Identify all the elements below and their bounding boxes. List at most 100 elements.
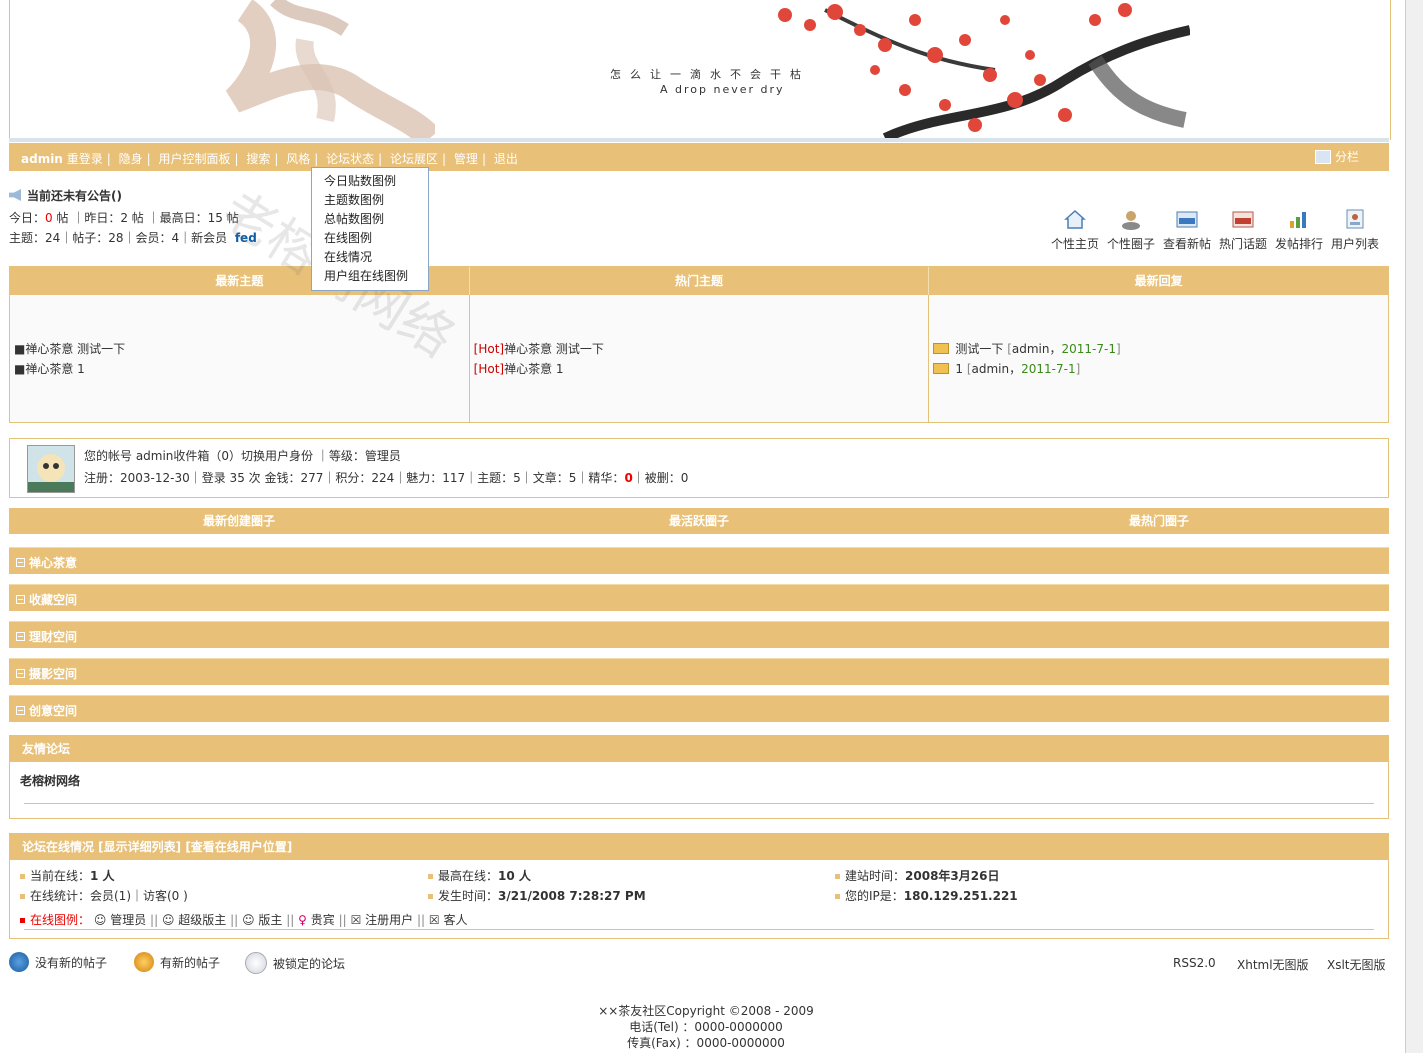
- collapse-icon[interactable]: −: [16, 595, 25, 604]
- category-bar[interactable]: − 创意空间: [9, 695, 1389, 722]
- latest-replies-list: 测试一下 [admin，2011-7-1] 1 [admin，2011-7-1]: [929, 295, 1388, 422]
- online-status-title[interactable]: 论坛在线情况 [显示详细列表] [查看在线用户位置]: [10, 834, 1388, 860]
- fax: 传真(Fax) ：0000-0000000: [627, 1036, 785, 1050]
- collapse-icon[interactable]: −: [16, 706, 25, 715]
- forum-icon-legend: 没有新的帖子 有新的帖子 被锁定的论坛 RSS2.0 Xhtml无图版 Xslt…: [9, 952, 1389, 978]
- founded-date: 建站时间：2008年3月26日: [835, 867, 999, 884]
- xslt-link[interactable]: Xslt无图版: [1327, 956, 1386, 973]
- newest-member[interactable]: fed: [235, 231, 257, 245]
- quick-user-list[interactable]: 用户列表: [1331, 208, 1379, 252]
- nav-forum-status[interactable]: 论坛状态: [326, 152, 374, 166]
- category-bar[interactable]: − 理财空间: [9, 621, 1389, 648]
- people-icon: [1122, 211, 1140, 230]
- reply-user: admin: [971, 362, 1010, 376]
- nav-invisible[interactable]: 隐身: [119, 152, 143, 166]
- account-line-2: 注册：2003-12-30｜登录 35 次 金钱：277｜积分：224｜魅力：1…: [84, 469, 688, 486]
- category-title[interactable]: 理财空间: [29, 628, 77, 645]
- max-stat: ｜最高日：15 帖: [147, 211, 239, 225]
- list-item[interactable]: ■禅心茶意 测试一下: [14, 339, 465, 359]
- legend-label: 在线图例：: [30, 913, 91, 927]
- quick-hot-topics-label: 热门话题: [1219, 237, 1268, 251]
- nav-admin[interactable]: 管理: [454, 152, 478, 166]
- collapse-icon[interactable]: −: [16, 558, 25, 567]
- no-new-posts-icon: [9, 952, 29, 972]
- friend-forums: 友情论坛 老榕树网络: [9, 735, 1389, 819]
- account-line-1: 您的帐号 admin收件箱（0）切换用户身份 ｜等级：管理员: [84, 449, 401, 463]
- peak-online: 最高在线：10 人: [428, 867, 531, 884]
- quick-hot-topics[interactable]: 热门话题: [1219, 208, 1267, 252]
- category-bar[interactable]: − 摄影空间: [9, 658, 1389, 685]
- quick-post-ranking[interactable]: 发帖排行: [1275, 208, 1323, 252]
- list-item[interactable]: [Hot]禅心茶意 测试一下: [474, 339, 925, 359]
- category-title[interactable]: 禅心茶意: [29, 554, 77, 571]
- rss-link[interactable]: RSS2.0: [1173, 956, 1216, 970]
- reply-date: 2011-7-1: [1061, 342, 1116, 356]
- collapse-icon[interactable]: −: [16, 669, 25, 678]
- list-item[interactable]: [Hot]禅心茶意 1: [474, 359, 925, 379]
- new-posts-icon: [134, 952, 154, 972]
- list-item[interactable]: ■禅心茶意 1: [14, 359, 465, 379]
- nav-relogin[interactable]: 重登录: [67, 152, 103, 166]
- nav-control-panel[interactable]: 用户控制面板: [158, 152, 230, 166]
- list-item[interactable]: 1 [admin，2011-7-1]: [933, 359, 1384, 379]
- dropdown-item-topics[interactable]: 主题数图例: [312, 191, 428, 210]
- stats-line-1: 今日：0 帖 ｜昨日：2 帖 ｜最高日：15 帖: [9, 209, 239, 226]
- legend-vip: 贵宾: [310, 913, 335, 927]
- account-essence: 0: [624, 471, 633, 485]
- mod-icon: ☺: [242, 913, 255, 927]
- reply-user: admin: [1011, 342, 1050, 356]
- current-online: 当前在线：1 人: [20, 867, 115, 884]
- category-title[interactable]: 收藏空间: [29, 591, 77, 608]
- occur-time: 发生时间：3/21/2008 7:28:27 PM: [428, 887, 646, 904]
- quick-new-posts[interactable]: 查看新帖: [1163, 208, 1211, 252]
- xhtml-link[interactable]: Xhtml无图版: [1237, 956, 1309, 973]
- split-label: 分栏: [1334, 150, 1359, 164]
- nav-logout[interactable]: 退出: [494, 152, 518, 166]
- dropdown-item-group-online[interactable]: 用户组在线图例: [312, 267, 428, 286]
- hot-tag: [Hot]: [473, 342, 505, 356]
- split-view-button[interactable]: 分栏: [1314, 148, 1359, 165]
- nav-style[interactable]: 风格: [286, 152, 310, 166]
- account-box: 您的帐号 admin收件箱（0）切换用户身份 ｜等级：管理员 注册：2003-1…: [9, 438, 1389, 498]
- quick-personal-circle-label: 个性圈子: [1107, 237, 1156, 251]
- dropdown-item-total-posts[interactable]: 总帖数图例: [312, 210, 428, 229]
- forum-status-dropdown: 今日贴数图例 主题数图例 总帖数图例 在线图例 在线情况 用户组在线图例: [311, 167, 429, 291]
- dropdown-item-online-chart[interactable]: 在线图例: [312, 229, 428, 248]
- top-nav-bar: admin 重登录 | 隐身 | 用户控制面板 | 搜索 | 风格 | 论坛状态 | 论坛展…: [9, 143, 1389, 171]
- quick-personal-home[interactable]: 个性主页: [1051, 208, 1099, 252]
- online-stats: 在线统计：会员(1)｜访客(0 ): [20, 887, 188, 904]
- dropdown-item-today-posts[interactable]: 今日贴数图例: [312, 172, 428, 191]
- bar-chart-icon: [1290, 212, 1306, 228]
- quick-user-list-label: 用户列表: [1331, 237, 1380, 251]
- copyright: ××茶友社区Copyright ©2008 - 2009: [598, 1004, 814, 1018]
- reply-date: 2011-7-1: [1021, 362, 1076, 376]
- nav-username[interactable]: admin: [21, 152, 63, 166]
- home-icon: [1064, 209, 1086, 229]
- category-bar[interactable]: − 收藏空间: [9, 584, 1389, 611]
- nav-search[interactable]: 搜索: [246, 152, 270, 166]
- category-title[interactable]: 摄影空间: [29, 665, 77, 682]
- legend-no-new: 没有新的帖子: [9, 952, 107, 972]
- online-status-panel: 论坛在线情况 [显示详细列表] [查看在线用户位置] 当前在线：1 人 最高在线…: [9, 833, 1389, 939]
- guest-icon: ☒: [428, 913, 440, 927]
- collapse-icon[interactable]: −: [16, 632, 25, 641]
- avatar[interactable]: [27, 445, 75, 493]
- quick-personal-circle[interactable]: 个性圈子: [1107, 208, 1155, 252]
- hot-topic-title: 禅心茶意 测试一下: [504, 342, 604, 356]
- hot-tag: [Hot]: [473, 362, 505, 376]
- account-stats: 注册：2003-12-30｜登录 35 次 金钱：277｜积分：224｜魅力：1…: [84, 471, 625, 485]
- today-count: 0: [45, 211, 53, 225]
- legend-guest: 客人: [443, 913, 468, 927]
- hot-icon: [1232, 211, 1254, 228]
- scrollbar[interactable]: [1405, 0, 1423, 1053]
- friend-link[interactable]: 老榕树网络: [20, 774, 80, 788]
- new-icon: [1176, 211, 1198, 228]
- category-title[interactable]: 创意空间: [29, 702, 77, 719]
- banner-divider: [9, 138, 1389, 142]
- nav-forum-showcase[interactable]: 论坛展区: [390, 152, 438, 166]
- list-item[interactable]: 测试一下 [admin，2011-7-1]: [933, 339, 1384, 359]
- announcement: 当前还未有公告(): [9, 187, 122, 204]
- category-bar[interactable]: − 禅心茶意: [9, 547, 1389, 574]
- dropdown-item-online-status[interactable]: 在线情况: [312, 248, 428, 267]
- banner: 怎么让一滴水不会干枯 A drop never dry: [9, 0, 1391, 140]
